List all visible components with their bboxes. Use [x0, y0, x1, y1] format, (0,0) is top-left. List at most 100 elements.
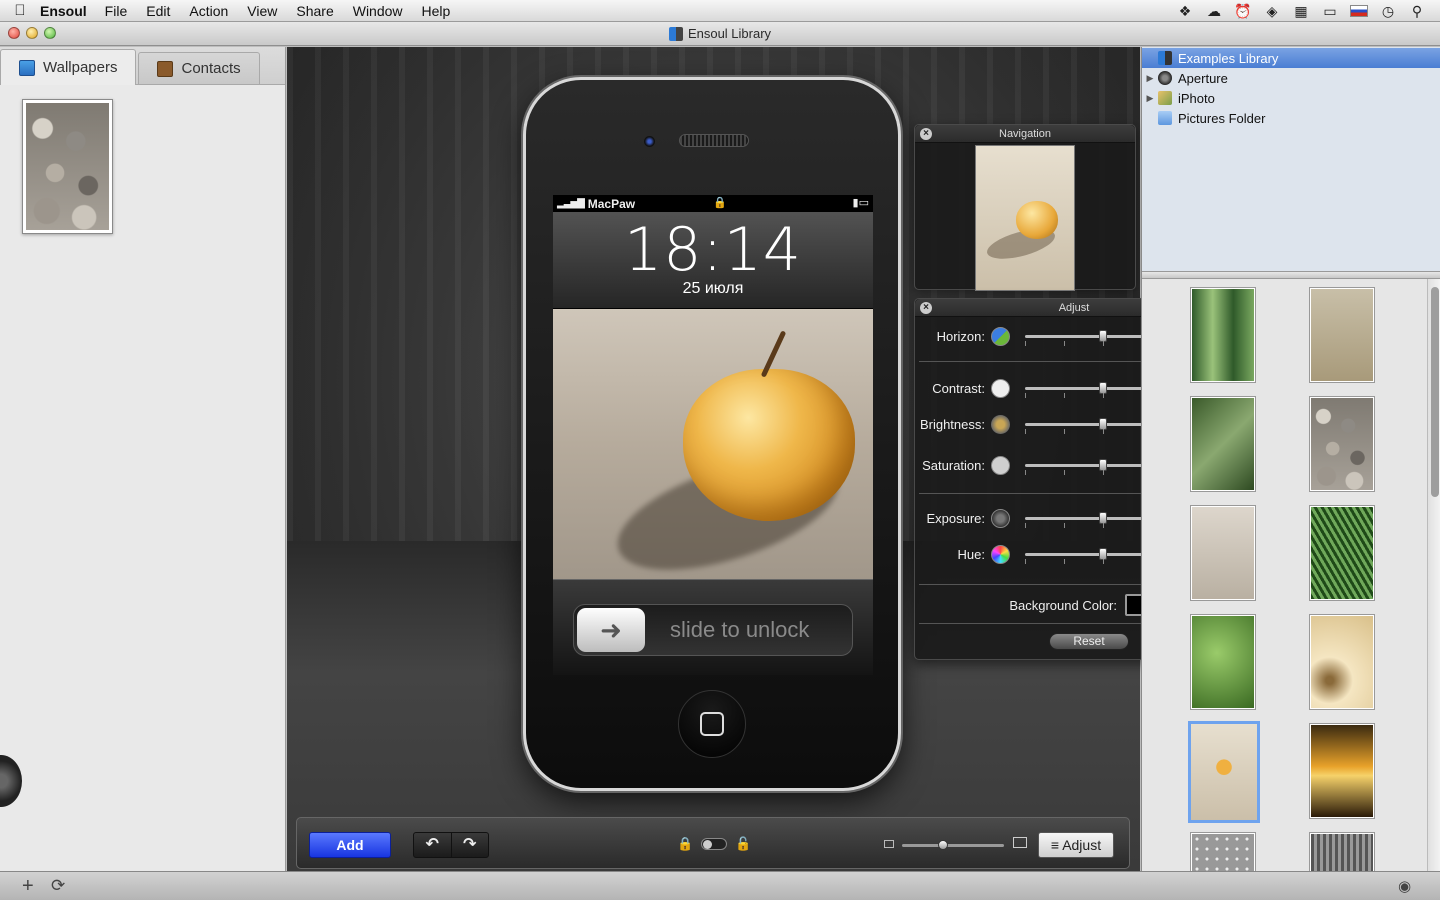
thumbnail-green-leaf[interactable]: [1190, 614, 1256, 710]
wifi-icon[interactable]: ◈: [1263, 3, 1281, 20]
menu-share[interactable]: Share: [296, 3, 333, 19]
clock-icon[interactable]: ◷: [1379, 3, 1397, 20]
add-icon[interactable]: +: [22, 875, 34, 898]
slide-to-unlock[interactable]: ➜ slide to unlock: [573, 604, 853, 656]
reset-button[interactable]: Reset: [1049, 633, 1129, 650]
close-icon[interactable]: ×: [920, 302, 932, 314]
thumbnail-grass-stalks[interactable]: [1309, 287, 1375, 383]
split-view-divider[interactable]: [1142, 271, 1440, 279]
zoom-window-button[interactable]: [44, 27, 56, 39]
zoom-slider[interactable]: [902, 840, 1004, 850]
rotate-right-icon[interactable]: ↷: [450, 833, 489, 857]
window-title: Ensoul Library: [687, 26, 772, 41]
spotlight-icon[interactable]: ⚲: [1408, 3, 1426, 20]
thumbnail-apple[interactable]: [1188, 721, 1260, 823]
horizon-left-icon: [991, 326, 1010, 346]
window-controls: [8, 27, 56, 39]
source-examples-library[interactable]: Examples Library: [1142, 48, 1440, 68]
menu-window[interactable]: Window: [353, 3, 403, 19]
unlock-band: ➜ slide to unlock: [553, 579, 873, 675]
hue-label: Hue:: [957, 546, 985, 562]
navigation-preview[interactable]: [975, 145, 1075, 291]
camera-icon[interactable]: ◉: [1398, 877, 1411, 895]
library-icon: [668, 26, 683, 41]
cloud-icon[interactable]: ☁: [1205, 3, 1223, 20]
source-list: Examples Library ▶ Aperture ▶ iPhoto Pic…: [1142, 47, 1440, 271]
dropbox-icon[interactable]: ❖: [1176, 3, 1194, 20]
adjust-title: Adjust: [1058, 302, 1090, 314]
thumbnail-sand[interactable]: [1190, 505, 1256, 601]
iphoto-icon: [1158, 91, 1172, 105]
home-button[interactable]: [678, 690, 746, 758]
disclosure-triangle-icon[interactable]: ▶: [1142, 73, 1158, 84]
close-window-button[interactable]: [8, 27, 20, 39]
tab-contacts[interactable]: Contacts: [138, 52, 260, 84]
sliders-icon: ≡: [1050, 837, 1060, 853]
thumbnail-sunset[interactable]: [1309, 723, 1375, 819]
navigation-title: Navigation: [999, 128, 1051, 140]
source-label: Pictures Folder: [1178, 110, 1266, 126]
zoom-out-icon[interactable]: [884, 840, 894, 848]
disclosure-triangle-icon[interactable]: ▶: [1142, 93, 1158, 104]
thumbnail-pebbles[interactable]: [1309, 396, 1375, 492]
earpiece-speaker: [679, 134, 749, 147]
phone-mockup: ▂▃▅▇ MacPaw 🔒 ▮▭ 18:14 25 июля ➜ slide t…: [523, 77, 901, 791]
wallpapers-icon: [19, 59, 35, 76]
adjust-button[interactable]: ≡ Adjust: [1038, 832, 1114, 858]
disc-icon[interactable]: [0, 755, 22, 807]
wallpaper-preview[interactable]: [553, 309, 873, 579]
saturation-label: Saturation:: [922, 457, 985, 473]
menu-file[interactable]: File: [105, 3, 128, 19]
horizon-label: Horizon:: [936, 328, 985, 344]
memory-icon[interactable]: ▦: [1292, 3, 1310, 20]
tab-wallpapers[interactable]: Wallpapers: [0, 49, 137, 85]
minimize-window-button[interactable]: [26, 27, 38, 39]
slide-text: slide to unlock: [670, 617, 810, 642]
carrier-name: MacPaw: [587, 196, 636, 211]
contacts-icon: [157, 60, 174, 77]
arrow-right-icon[interactable]: ➜: [577, 608, 645, 652]
wallpaper-thumbnail[interactable]: [22, 99, 113, 234]
zoom-in-icon[interactable]: [1013, 837, 1027, 848]
exposure-label: Exposure:: [926, 510, 985, 526]
alarm-icon[interactable]: ⏰: [1234, 3, 1252, 20]
bottom-toolbar: Add ↶ ↷ 🔒 🔓 ≡ Adjust: [296, 817, 1130, 869]
saturation-low-icon: [991, 455, 1010, 475]
source-iphoto[interactable]: ▶ iPhoto: [1142, 88, 1440, 108]
refresh-icon[interactable]: ⟳: [51, 876, 65, 896]
leaves-image: [1192, 398, 1254, 490]
menu-help[interactable]: Help: [422, 3, 451, 19]
source-pictures-folder[interactable]: Pictures Folder: [1142, 108, 1440, 128]
front-camera-icon: [644, 136, 655, 147]
thumbnail-green-needles[interactable]: [1309, 505, 1375, 601]
pebbles-image: [1311, 398, 1373, 490]
thumbnail-abstract-cream[interactable]: [1309, 614, 1375, 710]
menu-edit[interactable]: Edit: [146, 3, 170, 19]
thumbnail-tiles[interactable]: [1190, 832, 1256, 871]
source-aperture[interactable]: ▶ Aperture: [1142, 68, 1440, 88]
menu-view[interactable]: View: [247, 3, 277, 19]
apple-menu-icon[interactable]: : [0, 2, 40, 19]
unlock-icon: 🔓: [735, 836, 752, 851]
lock-switch[interactable]: [701, 838, 728, 850]
clock-band: 18:14 25 июля: [553, 212, 873, 309]
zoom-thumb[interactable]: [937, 840, 948, 850]
thumbnail-scrollbar[interactable]: [1427, 279, 1440, 871]
rotate-left-icon[interactable]: ↶: [414, 833, 451, 857]
flag-ru-icon[interactable]: [1350, 5, 1368, 17]
close-icon[interactable]: ×: [920, 128, 932, 140]
brightness-label: Brightness:: [919, 416, 985, 432]
add-button[interactable]: Add: [309, 832, 391, 858]
source-label: Aperture: [1178, 70, 1228, 86]
battery-icon[interactable]: ▭: [1321, 3, 1339, 20]
green-needles-image: [1311, 507, 1373, 599]
scrollbar-knob[interactable]: [1431, 287, 1439, 497]
menu-app-name[interactable]: Ensoul: [40, 3, 87, 19]
lock-icon: 🔒: [713, 197, 727, 209]
thumbnail-bark[interactable]: [1309, 832, 1375, 871]
thumbnail-leaves[interactable]: [1190, 396, 1256, 492]
thumbnail-bamboo[interactable]: [1190, 287, 1256, 383]
tab-label: Wallpapers: [43, 59, 118, 76]
menu-action[interactable]: Action: [189, 3, 228, 19]
brightness-low-icon: [991, 414, 1010, 434]
